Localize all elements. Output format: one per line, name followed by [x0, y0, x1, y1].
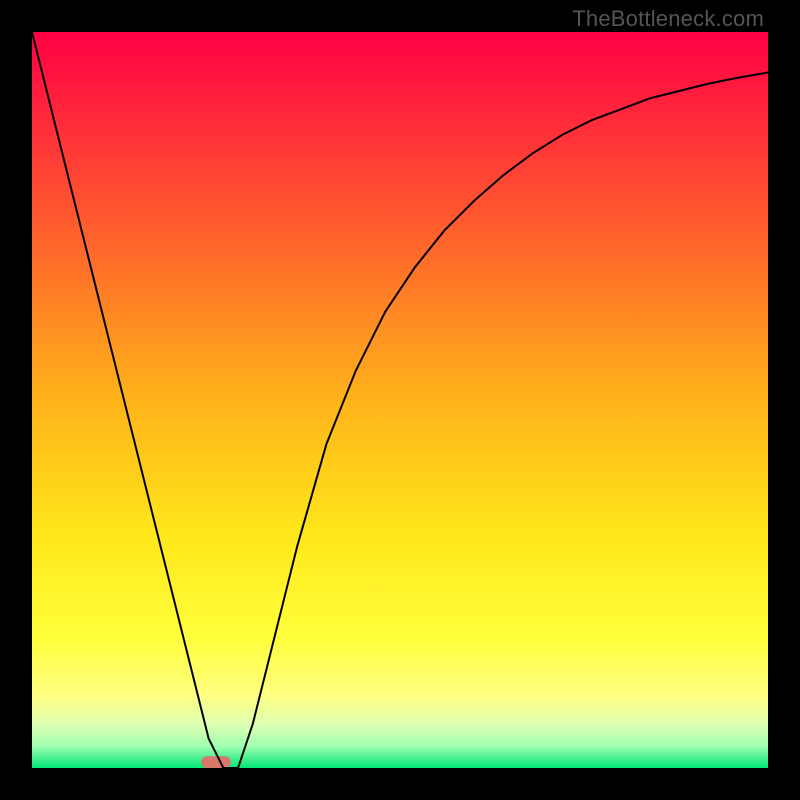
- chart-svg: [32, 32, 768, 768]
- watermark-text: TheBottleneck.com: [572, 6, 764, 32]
- chart-frame: TheBottleneck.com: [0, 0, 800, 800]
- min-marker: [201, 756, 230, 768]
- plot-area: [32, 32, 768, 768]
- gradient-background: [32, 32, 768, 768]
